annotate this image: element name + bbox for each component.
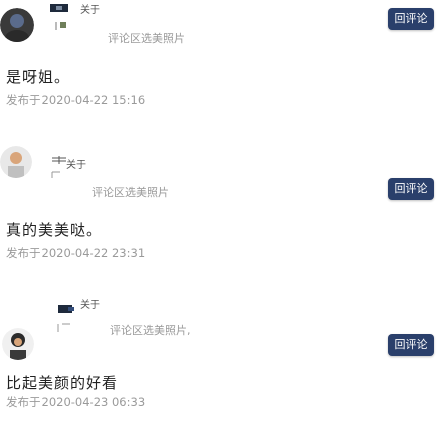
avatar[interactable]: [0, 8, 34, 42]
comment-meta: 发布于2020-04-22 23:31: [6, 245, 146, 261]
comment-item: 关于 评论区选美照片 回评论 真的美美哒。 发布于2020-04-22 23:3…: [0, 140, 440, 290]
avatar[interactable]: [0, 146, 32, 178]
meta-label: 发布于: [6, 246, 41, 260]
meta-label: 发布于: [6, 93, 41, 107]
comment-item: 关于 评论区选美照片 回评论 是呀姐。 发布于2020-04-22 15:16: [0, 0, 440, 140]
meta-label: 发布于: [6, 395, 41, 409]
post-subtitle: 评论区选美照片,: [110, 324, 191, 337]
comment-item: 关于 评论区选美照片, 回评论 比起美颜的好看 发布于2020-04-23 06…: [0, 290, 440, 440]
comment-text: 真的美美哒。: [6, 221, 103, 239]
comment-meta: 发布于2020-04-23 06:33: [6, 394, 146, 410]
post-thumb-title: 关于: [80, 5, 100, 16]
post-subtitle: 评论区选美照片: [92, 186, 169, 199]
reply-button[interactable]: 回评论: [388, 334, 434, 356]
reply-button[interactable]: 回评论: [388, 8, 434, 30]
comment-meta: 发布于2020-04-22 15:16: [6, 92, 146, 108]
post-thumb-title: 关于: [66, 160, 86, 171]
comment-date: 2020-04-22 15:16: [41, 93, 146, 107]
comment-text: 比起美颜的好看: [6, 374, 119, 392]
post-thumb-title: 关于: [80, 300, 100, 311]
comment-text: 是呀姐。: [6, 68, 71, 86]
comment-date: 2020-04-23 06:33: [41, 395, 146, 409]
post-subtitle: 评论区选美照片: [108, 32, 185, 45]
reply-button[interactable]: 回评论: [388, 178, 434, 200]
comment-date: 2020-04-22 23:31: [41, 246, 146, 260]
avatar[interactable]: [2, 328, 34, 360]
